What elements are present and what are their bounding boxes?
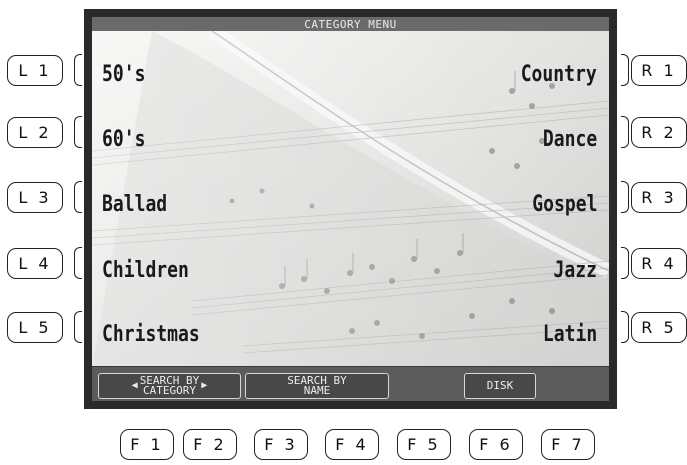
hw-button-label: F 2 bbox=[193, 435, 227, 454]
screen-title: CATEGORY MENU bbox=[92, 17, 609, 31]
search-by-category-button[interactable]: ◀ SEARCH BY CATEGORY ▶ bbox=[98, 373, 241, 399]
hw-button-label: L 5 bbox=[18, 318, 52, 337]
bracket-r4 bbox=[621, 247, 629, 279]
category-latin[interactable]: Latin bbox=[543, 317, 597, 351]
hw-button-f6[interactable]: F 6 bbox=[469, 429, 523, 460]
hw-button-f5[interactable]: F 5 bbox=[397, 429, 451, 460]
hw-button-l5[interactable]: L 5 bbox=[7, 312, 63, 343]
category-50s[interactable]: 50's bbox=[102, 57, 145, 91]
hw-button-label: R 4 bbox=[641, 254, 677, 273]
category-jazz[interactable]: Jazz bbox=[554, 253, 597, 287]
button-label: DISK bbox=[486, 379, 514, 392]
button-label-line2: NAME bbox=[303, 384, 331, 397]
bracket-r5 bbox=[621, 311, 629, 343]
bracket-r2 bbox=[621, 116, 629, 148]
triangle-left-icon: ◀ bbox=[131, 380, 138, 391]
hw-button-label: R 3 bbox=[641, 188, 677, 207]
bracket-r1 bbox=[621, 54, 629, 86]
bracket-l1 bbox=[74, 54, 82, 86]
bracket-r3 bbox=[621, 181, 629, 213]
soft-button-bar: ◀ SEARCH BY CATEGORY ▶ SEARCH BY NAME DI… bbox=[92, 366, 609, 401]
hw-button-f1[interactable]: F 1 bbox=[120, 429, 174, 460]
bracket-l4 bbox=[74, 247, 82, 279]
category-children[interactable]: Children bbox=[102, 253, 189, 287]
hw-button-label: L 1 bbox=[18, 61, 52, 80]
search-by-name-button[interactable]: SEARCH BY NAME bbox=[245, 373, 389, 399]
hw-button-label: L 4 bbox=[18, 254, 52, 273]
hw-button-f3[interactable]: F 3 bbox=[254, 429, 308, 460]
hw-button-label: F 1 bbox=[130, 435, 164, 454]
hw-button-l1[interactable]: L 1 bbox=[7, 55, 63, 86]
hw-button-r4[interactable]: R 4 bbox=[631, 248, 687, 279]
hw-button-label: R 5 bbox=[641, 318, 677, 337]
hw-button-r1[interactable]: R 1 bbox=[631, 55, 687, 86]
hw-button-f2[interactable]: F 2 bbox=[183, 429, 237, 460]
category-ballad[interactable]: Ballad bbox=[102, 187, 167, 221]
hw-button-label: F 4 bbox=[335, 435, 369, 454]
category-gospel[interactable]: Gospel bbox=[532, 187, 597, 221]
hw-button-label: F 6 bbox=[479, 435, 513, 454]
hw-button-label: R 2 bbox=[641, 123, 677, 142]
bracket-l5 bbox=[74, 311, 82, 343]
hw-button-l3[interactable]: L 3 bbox=[7, 182, 63, 213]
hw-button-label: L 3 bbox=[18, 188, 52, 207]
category-country[interactable]: Country bbox=[521, 57, 597, 91]
hw-button-label: F 5 bbox=[407, 435, 441, 454]
hw-button-l4[interactable]: L 4 bbox=[7, 248, 63, 279]
category-christmas[interactable]: Christmas bbox=[102, 317, 200, 351]
hw-button-label: F 3 bbox=[264, 435, 298, 454]
button-label-line2: CATEGORY bbox=[143, 384, 196, 397]
disk-button[interactable]: DISK bbox=[464, 373, 536, 399]
screen-frame: CATEGORY MENU 50's 60's Ballad Children … bbox=[84, 9, 617, 409]
lcd-screen: CATEGORY MENU 50's 60's Ballad Children … bbox=[92, 17, 609, 401]
hw-button-r5[interactable]: R 5 bbox=[631, 312, 687, 343]
hw-button-l2[interactable]: L 2 bbox=[7, 117, 63, 148]
hw-button-label: R 1 bbox=[641, 61, 677, 80]
hw-button-label: L 2 bbox=[18, 123, 52, 142]
hw-button-r3[interactable]: R 3 bbox=[631, 182, 687, 213]
category-60s[interactable]: 60's bbox=[102, 122, 145, 156]
triangle-right-icon: ▶ bbox=[201, 380, 208, 391]
hw-button-label: F 7 bbox=[551, 435, 585, 454]
category-dance[interactable]: Dance bbox=[543, 122, 597, 156]
bracket-l2 bbox=[74, 116, 82, 148]
bracket-l3 bbox=[74, 181, 82, 213]
hw-button-f4[interactable]: F 4 bbox=[325, 429, 379, 460]
hw-button-f7[interactable]: F 7 bbox=[541, 429, 595, 460]
hw-button-r2[interactable]: R 2 bbox=[631, 117, 687, 148]
